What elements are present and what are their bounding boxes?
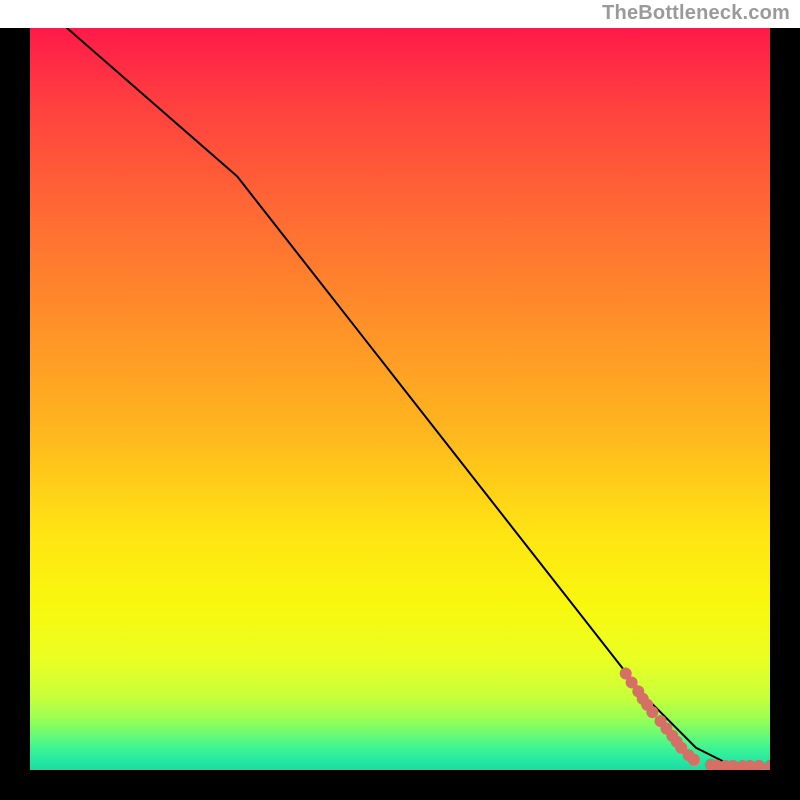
plot-area bbox=[30, 28, 770, 770]
data-point bbox=[688, 754, 700, 766]
data-point bbox=[646, 706, 658, 718]
series-curve bbox=[67, 28, 770, 766]
series-points bbox=[620, 668, 770, 770]
data-point bbox=[753, 760, 765, 770]
data-point bbox=[764, 760, 770, 770]
chart-frame bbox=[0, 28, 800, 800]
chart-viewport: TheBottleneck.com bbox=[0, 0, 800, 800]
chart-overlay bbox=[30, 28, 770, 770]
attribution-text: TheBottleneck.com bbox=[602, 2, 790, 25]
